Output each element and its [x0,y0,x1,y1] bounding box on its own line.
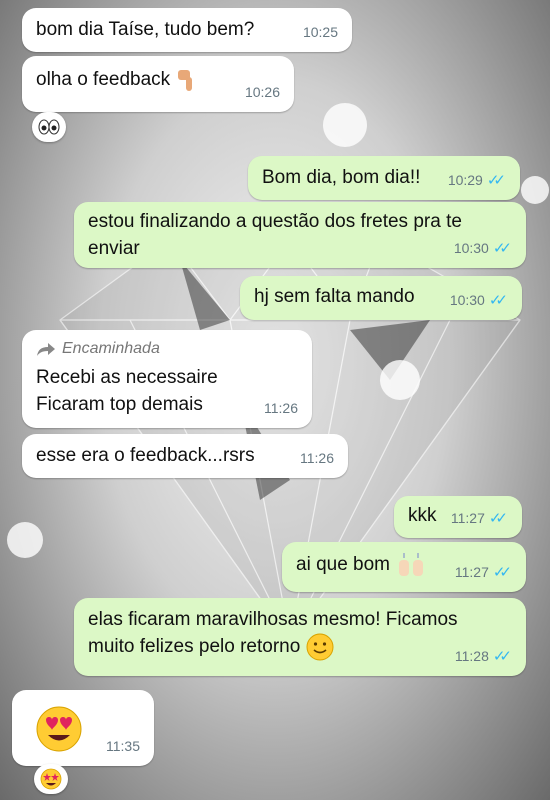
message-text-line-1: Recebi as necessaire [36,367,218,388]
message-text: olha o feedback [36,69,171,90]
message-text-line-1: estou finalizando a questão dos fretes p… [88,211,462,232]
message-bubble-incoming[interactable]: bom dia Taíse, tudo bem? 10:25 [22,8,352,52]
message-time: 10:30 [453,240,489,256]
read-receipt-icon: ✓✓ [492,240,512,257]
message-bubble-outgoing[interactable]: hj sem falta mando 10:30 ✓✓ [240,276,522,320]
star-struck-icon [40,768,62,790]
backhand-index-pointing-down-icon [178,69,193,91]
read-receipt-icon: ✓✓ [488,510,508,527]
message-bubble-outgoing[interactable]: elas ficaram maravilhosas mesmo! Ficamos… [74,598,526,676]
message-bubble-outgoing[interactable]: Bom dia, bom dia!! 10:29 ✓✓ [248,156,520,200]
read-receipt-icon: ✓✓ [492,564,512,581]
message-time: 10:29 [447,172,483,188]
message-bubble-outgoing[interactable]: ai que bom 11:27 ✓✓ [282,542,526,592]
reaction-eyes[interactable] [32,112,66,142]
message-bubble-outgoing[interactable]: estou finalizando a questão dos fretes p… [74,202,526,268]
message-time: 11:35 [106,738,140,754]
heart-eyes-icon [36,706,82,752]
message-time: 11:26 [300,450,334,466]
message-text: ai que bom [296,554,391,575]
forward-arrow-icon [37,343,55,356]
read-receipt-icon: ✓✓ [488,292,508,309]
message-text-line-2: muito felizes pelo retorno [88,636,301,658]
forwarded-label: Encaminhada [62,340,160,357]
message-text: bom dia Taíse, tudo bem? [36,19,255,40]
read-receipt-icon: ✓✓ [492,648,512,665]
message-time: 11:27 [450,510,485,526]
eyes-icon [38,119,60,135]
message-bubble-forwarded[interactable]: Encaminhada Recebi as necessaire Ficaram… [22,330,312,428]
message-time: 10:25 [302,24,338,40]
message-bubble-outgoing[interactable]: kkk 11:27 ✓✓ [394,496,522,538]
message-time: 10:26 [244,84,280,100]
message-time: 10:30 [449,292,485,308]
smiling-face-icon [306,633,334,661]
message-time: 11:28 [454,648,489,664]
message-time: 11:26 [264,400,298,416]
reaction-star-struck[interactable] [34,764,68,794]
read-receipt-icon: ✓✓ [486,172,506,189]
raising-hands-icon [399,552,424,576]
message-bubble-incoming[interactable]: 11:35 [12,690,154,766]
message-bubble-incoming[interactable]: olha o feedback 10:26 [22,56,294,112]
message-time: 11:27 [454,564,489,580]
message-bubble-incoming[interactable]: esse era o feedback...rsrs 11:26 [22,434,348,478]
forwarded-indicator: Encaminhada [36,338,298,360]
message-text-line-2: Ficaram top demais [36,394,203,415]
message-text-line-2: enviar [88,238,140,259]
message-text: esse era o feedback...rsrs [36,445,255,466]
message-text-line-1: elas ficaram maravilhosas mesmo! Ficamos [88,609,458,630]
